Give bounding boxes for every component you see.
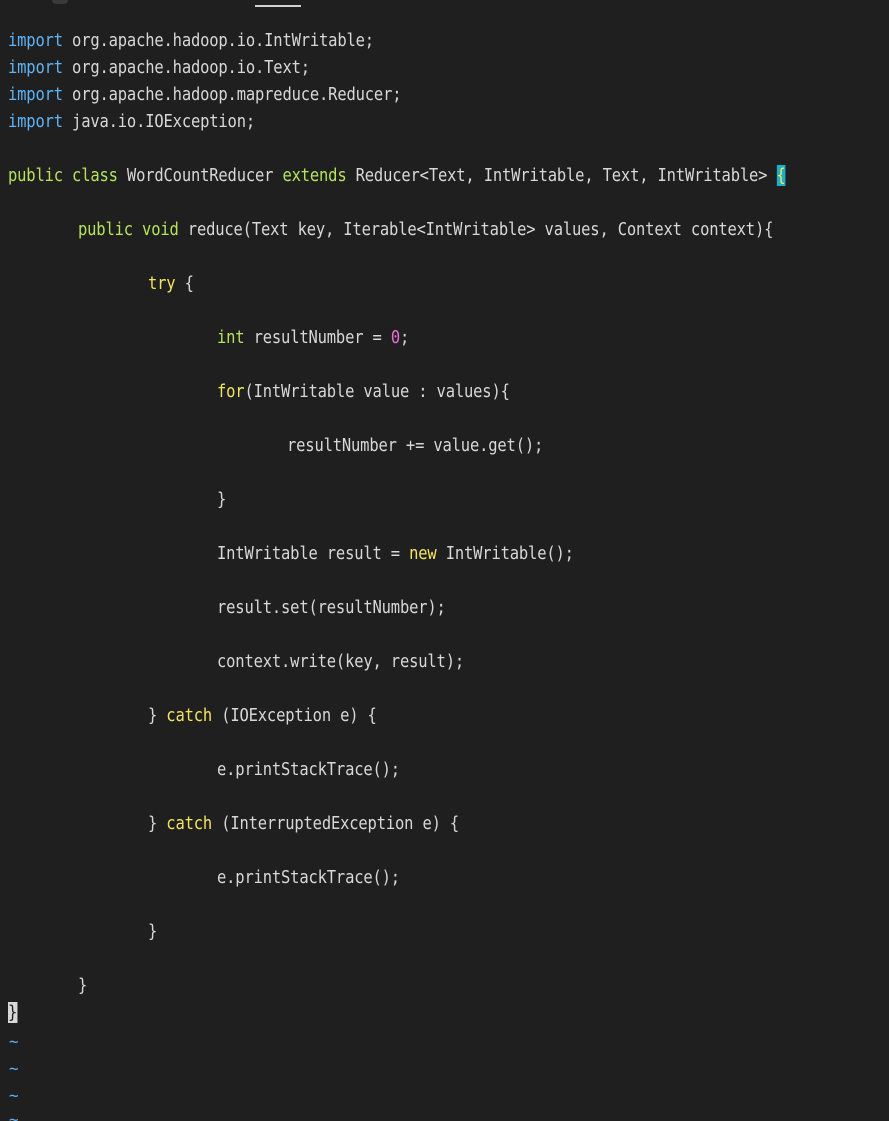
new-keyword: new <box>409 543 437 564</box>
extends-keyword: extends <box>282 165 347 186</box>
code-text: } <box>148 813 167 834</box>
code-line-try-close[interactable]: } <box>148 918 157 945</box>
code-editor[interactable]: import org.apache.hadoop.io.IntWritable;… <box>0 0 889 1121</box>
code-text: context.write(key, result); <box>217 651 464 672</box>
catch-keyword: catch <box>166 705 213 726</box>
code-line-try[interactable]: try { <box>148 270 194 297</box>
code-text: IntWritable result = <box>217 543 410 564</box>
public-keyword: public <box>8 165 63 186</box>
code-line-print-stack-trace[interactable]: e.printStackTrace(); <box>217 864 400 891</box>
code-text: e.printStackTrace(); <box>217 759 400 780</box>
empty-line-marker: ~ <box>9 1059 19 1078</box>
code-line-class-close[interactable]: } <box>8 999 17 1026</box>
code-line-4[interactable]: import java.io.IOException; <box>8 108 255 135</box>
code-text: org.apache.hadoop.io.IntWritable; <box>62 30 374 51</box>
code-line-2[interactable]: import org.apache.hadoop.io.Text; <box>8 54 310 81</box>
for-keyword: for <box>217 381 245 402</box>
import-keyword: import <box>8 111 63 132</box>
text-cursor-brace[interactable]: { <box>776 165 786 186</box>
code-text: resultNumber = <box>244 327 391 348</box>
code-text: java.io.IOException; <box>62 111 256 132</box>
code-text: Reducer<Text, IntWritable, Text, IntWrit… <box>346 165 777 186</box>
code-line-3[interactable]: import org.apache.hadoop.mapreduce.Reduc… <box>8 81 402 108</box>
code-line-result-set[interactable]: result.set(resultNumber); <box>217 594 446 621</box>
code-line-result-declaration[interactable]: IntWritable result = new IntWritable(); <box>217 540 574 567</box>
code-line-catch-ioexception[interactable]: } catch (IOException e) { <box>148 702 377 729</box>
code-text: org.apache.hadoop.io.Text; <box>62 57 310 78</box>
code-text: { <box>175 273 194 294</box>
code-text: (IntWritable value : values){ <box>244 381 510 402</box>
void-keyword: void <box>142 219 179 240</box>
class-keyword: class <box>72 165 118 186</box>
code-line-catch-interrupted[interactable]: } catch (InterruptedException e) { <box>148 810 459 837</box>
code-text: org.apache.hadoop.mapreduce.Reducer; <box>62 84 402 105</box>
code-line-1[interactable]: import org.apache.hadoop.io.IntWritable; <box>8 27 374 54</box>
int-keyword: int <box>217 327 245 348</box>
code-line-for-close[interactable]: } <box>217 486 226 513</box>
code-text: reduce(Text key, Iterable<IntWritable> v… <box>178 219 774 240</box>
code-line-class-declaration[interactable]: public class WordCountReducer extends Re… <box>8 162 786 189</box>
number-literal: 0 <box>390 327 400 348</box>
code-text: } <box>78 975 88 996</box>
active-tab-indicator[interactable] <box>255 0 301 7</box>
text-cursor-block[interactable]: } <box>8 1002 17 1023</box>
code-line-for-loop[interactable]: for(IntWritable value : values){ <box>217 378 510 405</box>
code-text: resultNumber += value.get(); <box>287 435 544 456</box>
code-line-int-declaration[interactable]: int resultNumber = 0; <box>217 324 409 351</box>
code-text: ; <box>399 327 410 348</box>
code-line-method-declaration[interactable]: public void reduce(Text key, Iterable<In… <box>78 216 773 243</box>
code-text: (IOException e) { <box>212 705 377 726</box>
code-text: e.printStackTrace(); <box>217 867 400 888</box>
public-keyword: public <box>78 219 133 240</box>
import-keyword: import <box>8 57 63 78</box>
code-text: IntWritable(); <box>436 543 574 564</box>
try-keyword: try <box>148 273 176 294</box>
code-line-accumulate[interactable]: resultNumber += value.get(); <box>287 432 543 459</box>
import-keyword: import <box>8 30 63 51</box>
code-line-method-close[interactable]: } <box>78 972 87 999</box>
empty-line-marker: ~ <box>9 1110 19 1121</box>
empty-line-marker: ~ <box>9 1086 19 1105</box>
code-text: result.set(resultNumber); <box>217 597 446 618</box>
code-text: } <box>217 489 227 510</box>
code-text: } <box>148 705 167 726</box>
code-text: (InterruptedException e) { <box>212 813 460 834</box>
code-line-context-write[interactable]: context.write(key, result); <box>217 648 464 675</box>
catch-keyword: catch <box>166 813 213 834</box>
code-line-print-stack-trace[interactable]: e.printStackTrace(); <box>217 756 400 783</box>
window-control-icon[interactable] <box>52 0 68 4</box>
class-name: WordCountReducer <box>117 165 283 186</box>
import-keyword: import <box>8 84 63 105</box>
code-text: } <box>148 921 158 942</box>
empty-line-marker: ~ <box>9 1032 19 1051</box>
